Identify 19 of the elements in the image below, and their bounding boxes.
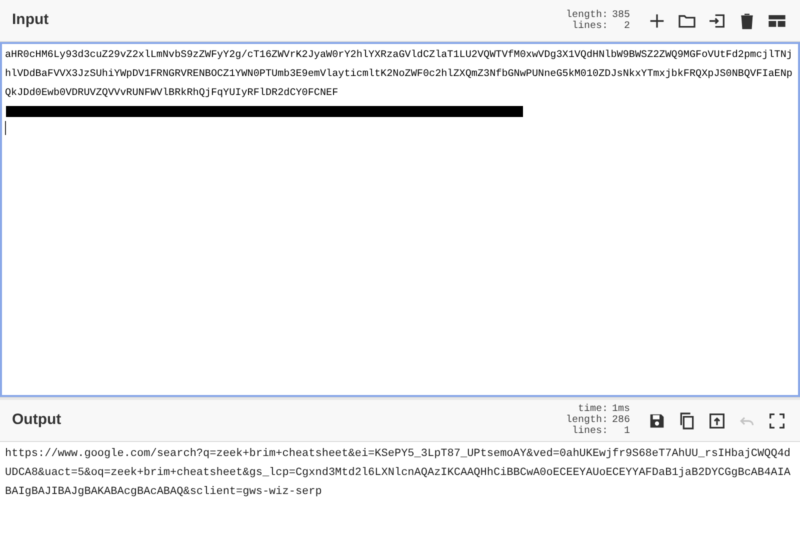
stat-value: 385: [612, 10, 630, 20]
arrow-out-of-box-icon: [707, 410, 727, 430]
text-cursor: [5, 121, 6, 135]
stat-value: 1: [622, 426, 630, 437]
stat-value: 1ms: [612, 404, 630, 415]
panel-title: Output: [12, 410, 62, 430]
stat-value: 2: [622, 20, 630, 32]
maximize-icon: [767, 410, 787, 430]
stat-label: lines:: [572, 20, 608, 32]
input-text: aHR0cHM6Ly93d3cuZ29vZ2xlLmNvbS9zZWFyY2g/cT16ZWVrK2JyaW0rY2hlYXRzaGVldCZlaT1LU2VQWTVfM0xwVDg3X1VQdHNlbW9BWSZ2ZWQ9MGFoVUtFd2pmcjlTNjhlVDdBaFVVX3JzSUhiYWpDV1FRNGRVRENBOCZ1YWN0PTUmb3E9emVlayticmltK2NoZWF0c2hlZXQmZ3NfbGNwPUNneG5kM010ZDJsNkxYTmxjbkFRQXpJS0NBQVFIaENpQkJDd0Ewb0VDRUVZQVVvRUNFWVlBRkRhQjFqYUIyRFlDR2dCY0FCNEF: [5, 48, 794, 101]
stat-label: length:: [566, 415, 608, 426]
stat-label: time:: [578, 404, 608, 415]
stat-label: length:: [566, 10, 608, 20]
stat-value: 286: [612, 415, 630, 426]
stat-label: lines:: [570, 426, 608, 437]
resize-handle[interactable]: [0, 397, 800, 400]
panel-title: Input: [12, 10, 50, 30]
input-field[interactable]: [0, 42, 800, 397]
output-text: https://www.google.com/search?q=zeek+brim+cheatsheet&ei=KSePY5_3LpT87_UPtsemoAY&ved=0ahUKEwjfr9S68eT7AhUU_rsIHbajCWQQ4dUDCA8&uact=5&oq=zeek+brim+cheatsheet&gs_lcp=Cgxnd3Mtd2l6LXNlcnAQAzIKCAAQHhCiBBCwA0oECEEYAUoECEYYAFDaB1jaB2DYCGgBcAB4AIABAIgBAJIBAJgBAKABAcgBAcABAQ&sclient=gws-wiz-serp: [4, 447, 792, 500]
